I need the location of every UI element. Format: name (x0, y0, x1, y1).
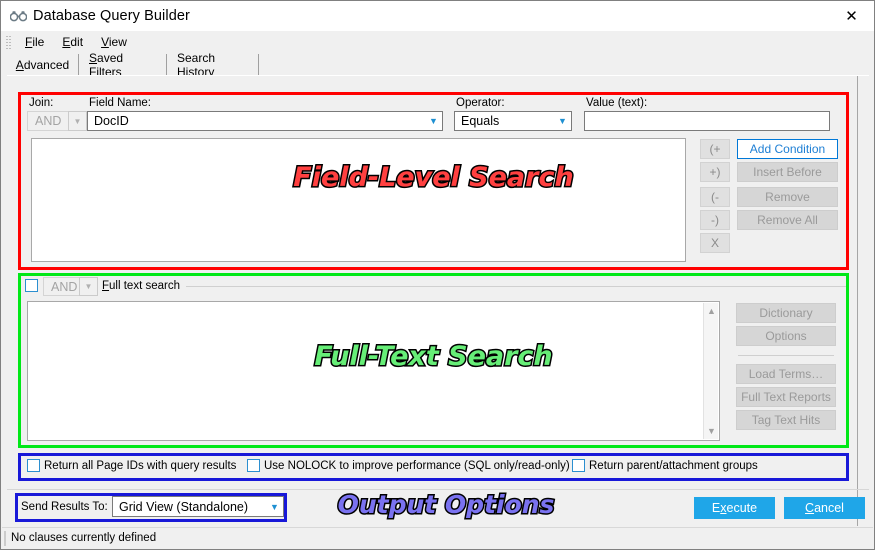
menu-item-edit-label: dit (70, 35, 84, 49)
scroll-up-icon[interactable]: ▲ (704, 303, 719, 319)
tab-saved-filters[interactable]: Saved Filters (81, 51, 167, 79)
close-icon[interactable]: ✕ (829, 1, 874, 30)
panel-vertical-scrollbar[interactable] (857, 76, 869, 526)
load-terms-label: Load Terms… (748, 367, 824, 381)
return-page-ids-checkbox[interactable] (27, 459, 40, 472)
insert-before-button[interactable]: Insert Before (737, 162, 838, 182)
use-nolock-checkbox[interactable] (247, 459, 260, 472)
execute-button[interactable]: Execute (694, 497, 775, 519)
application-window: Database Query Builder ✕ File Edit View … (0, 0, 875, 550)
remove-label: Remove (765, 190, 810, 204)
use-nolock-checkbox-row[interactable]: Use NOLOCK to improve performance (SQL o… (247, 459, 570, 472)
status-text: No clauses currently defined (11, 532, 157, 544)
chevron-down-icon[interactable]: ▼ (266, 497, 283, 516)
execute-label: ecute (726, 501, 758, 515)
return-parent-groups-checkbox[interactable] (572, 459, 585, 472)
return-parent-groups-checkbox-row[interactable]: Return parent/attachment groups (572, 459, 758, 472)
value-input[interactable] (584, 111, 830, 131)
open-paren-add-button[interactable]: (+ (700, 139, 730, 159)
full-text-join-combo[interactable]: AND ▼ (43, 277, 98, 296)
join-combo-value: AND (27, 111, 68, 131)
close-paren-add-label: +) (709, 165, 721, 179)
full-text-join-value: AND (43, 277, 79, 296)
operator-value: Equals (461, 114, 500, 128)
return-parent-groups-label: Return parent/attachment groups (589, 459, 758, 472)
dictionary-button[interactable]: Dictionary (736, 303, 836, 323)
tag-text-hits-button[interactable]: Tag Text Hits (736, 410, 836, 430)
send-results-label: Send Results To: (21, 501, 108, 513)
return-page-ids-label: Return all Page IDs with query results (44, 459, 237, 472)
full-text-input[interactable]: ▲ ▼ (27, 301, 720, 441)
full-text-reports-label: Full Text Reports (741, 390, 831, 404)
options-button[interactable]: Options (736, 326, 836, 346)
cancel-label: ancel (814, 501, 844, 515)
full-text-vertical-scrollbar[interactable]: ▲ ▼ (703, 303, 718, 439)
menu-item-file-label: ile (32, 35, 45, 49)
insert-before-label: Insert Before (753, 165, 822, 179)
close-paren-remove-label: -) (711, 213, 719, 227)
join-combo[interactable]: AND ▼ (27, 111, 87, 131)
operator-combo[interactable]: Equals ▼ (454, 111, 572, 131)
chevron-down-icon[interactable]: ▼ (68, 111, 87, 131)
title-bar: Database Query Builder ✕ (1, 1, 874, 31)
full-text-enable-checkbox[interactable] (25, 279, 38, 292)
field-name-value: DocID (94, 114, 129, 128)
tab-search-history[interactable]: Search History (169, 51, 259, 79)
full-text-buttons-divider (738, 355, 834, 356)
join-label: Join: (29, 97, 54, 109)
tab-advanced-label: dvanced (23, 57, 70, 72)
open-paren-remove-button[interactable]: (- (700, 187, 730, 207)
tab-advanced[interactable]: Advanced (7, 54, 79, 75)
full-text-enable-checkbox-row[interactable] (25, 279, 38, 292)
clear-parens-button[interactable]: X (700, 233, 730, 253)
send-results-combo[interactable]: Grid View (Standalone) ▼ (112, 496, 284, 517)
status-bar: No clauses currently defined (2, 527, 873, 548)
use-nolock-label: Use NOLOCK to improve performance (SQL o… (264, 459, 570, 472)
window-title: Database Query Builder (33, 8, 190, 24)
close-paren-add-button[interactable]: +) (700, 162, 730, 182)
conditions-list[interactable] (31, 138, 686, 262)
full-text-group-label-rest: ull text search (109, 280, 180, 292)
menu-item-view[interactable]: View (92, 33, 136, 51)
value-label: Value (text): (586, 97, 648, 109)
operator-label: Operator: (456, 97, 505, 109)
menu-item-file[interactable]: File (16, 33, 53, 51)
menu-item-view-label: iew (108, 35, 127, 49)
remove-button[interactable]: Remove (737, 187, 838, 207)
add-condition-button[interactable]: Add Condition (737, 139, 838, 159)
options-label: Options (765, 329, 807, 343)
open-paren-remove-label: (- (711, 190, 719, 204)
cancel-button[interactable]: Cancel (784, 497, 865, 519)
chevron-down-icon[interactable]: ▼ (554, 112, 571, 130)
load-terms-button[interactable]: Load Terms… (736, 364, 836, 384)
return-page-ids-checkbox-row[interactable]: Return all Page IDs with query results (27, 459, 236, 472)
send-results-value: Grid View (Standalone) (119, 499, 249, 514)
menu-item-edit[interactable]: Edit (53, 33, 92, 51)
scroll-down-icon[interactable]: ▼ (704, 423, 719, 439)
open-paren-add-label: (+ (709, 142, 721, 156)
full-text-reports-button[interactable]: Full Text Reports (736, 387, 836, 407)
full-text-group-label: Full text search (102, 280, 180, 292)
full-text-group-divider (186, 286, 846, 287)
field-name-label: Field Name: (89, 97, 151, 109)
binoculars-icon (9, 9, 27, 23)
tab-strip: Advanced Saved Filters Search History (7, 51, 869, 79)
dictionary-label: Dictionary (759, 306, 813, 320)
status-grip (4, 530, 6, 546)
menu-grip-handle[interactable] (4, 35, 12, 49)
field-name-combo[interactable]: DocID ▼ (87, 111, 443, 131)
clear-parens-label: X (710, 236, 719, 250)
chevron-down-icon[interactable]: ▼ (79, 277, 98, 296)
footer-divider (7, 489, 869, 490)
close-paren-remove-button[interactable]: -) (700, 210, 730, 230)
tag-text-hits-label: Tag Text Hits (751, 413, 821, 427)
remove-all-label: Remove All (757, 213, 818, 227)
chevron-down-icon[interactable]: ▼ (425, 112, 442, 130)
add-condition-label: Add Condition (749, 142, 826, 156)
remove-all-button[interactable]: Remove All (737, 210, 838, 230)
